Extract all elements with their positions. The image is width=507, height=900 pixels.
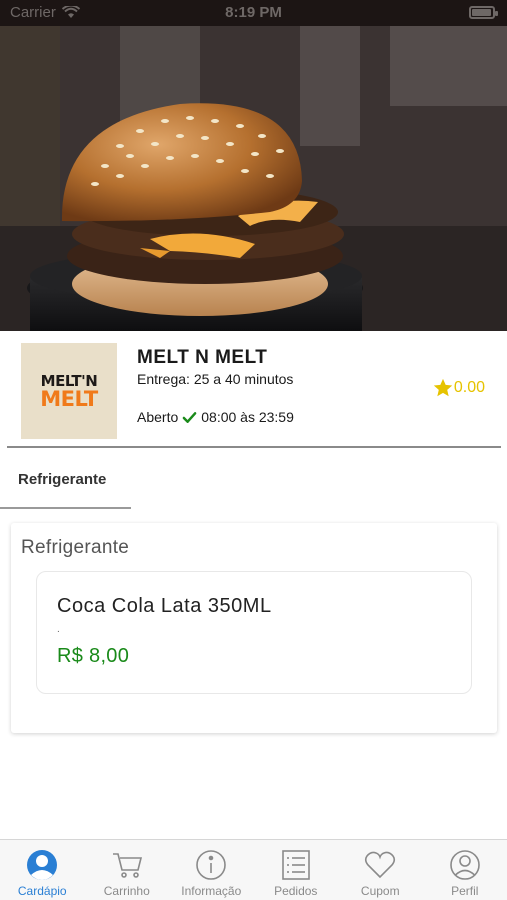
product-name: Coca Cola Lata 350ML (57, 595, 272, 617)
status-time: 8:19 PM (225, 4, 282, 21)
open-status: Aberto (137, 409, 179, 425)
tab-pedidos[interactable]: Pedidos (254, 840, 339, 900)
tab-active-indicator (0, 507, 131, 509)
burger-illustration (0, 26, 507, 331)
store-banner-image (0, 26, 507, 331)
tab-perfil-label: Perfil (451, 884, 479, 898)
tab-refrigerante[interactable]: Refrigerante (18, 471, 106, 488)
cart-icon (112, 853, 142, 878)
store-rating: 0.00 (432, 377, 485, 399)
orders-list-icon (281, 850, 310, 880)
product-price: R$ 8,00 (57, 645, 130, 667)
rating-value: 0.00 (453, 379, 485, 396)
store-name: MELT N MELT (137, 347, 268, 368)
info-icon (196, 850, 227, 880)
category-section: Refrigerante Coca Cola Lata 350ML . R$ 8… (11, 523, 497, 733)
status-bar: Carrier 8:19 PM (0, 0, 507, 26)
heart-icon (365, 851, 396, 879)
tab-cardapio-label: Cardápio (17, 884, 67, 898)
delivery-time: Entrega: 25 a 40 minutos (137, 371, 294, 387)
store-logo-line2: MELT (40, 387, 98, 411)
opening-hours: Aberto 08:00 às 23:59 (137, 409, 294, 425)
store-logo: MELT'N MELT (21, 343, 117, 439)
profile-icon (449, 850, 480, 880)
category-title: Refrigerante (21, 537, 130, 558)
divider (7, 446, 501, 448)
tab-cupom-label: Cupom (360, 884, 400, 898)
tab-informacao[interactable]: Informação (169, 840, 254, 900)
tab-cupom[interactable]: Cupom (338, 840, 423, 900)
menu-user-icon (27, 850, 58, 880)
product-description: . (57, 624, 60, 635)
tab-perfil[interactable]: Perfil (423, 840, 507, 900)
store-info: MELT'N MELT MELT N MELT Entrega: 25 a 40… (0, 331, 507, 447)
bottom-tab-bar: Cardápio Carrinho Informação Pedidos Cup… (0, 839, 507, 900)
tab-carrinho[interactable]: Carrinho (85, 840, 170, 900)
tab-cardapio[interactable]: Cardápio (0, 840, 85, 900)
tab-pedidos-label: Pedidos (274, 884, 318, 898)
star-icon (433, 378, 453, 397)
tab-informacao-label: Informação (181, 884, 242, 898)
hours-range: 08:00 às 23:59 (201, 409, 294, 425)
product-card[interactable]: Coca Cola Lata 350ML . R$ 8,00 (36, 571, 472, 694)
tab-carrinho-label: Carrinho (103, 884, 150, 898)
check-icon (182, 411, 197, 423)
battery-icon (469, 6, 498, 19)
